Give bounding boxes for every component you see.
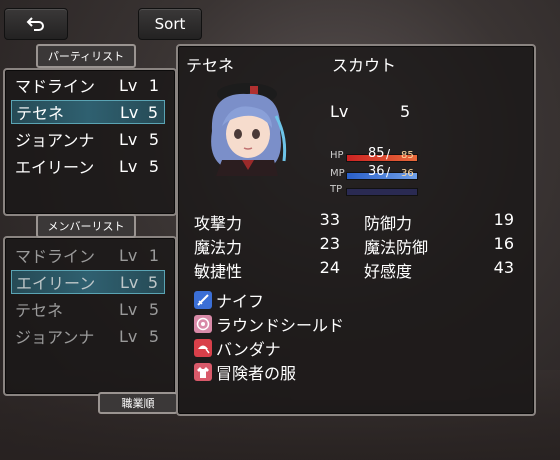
member-name: マドライン [15, 247, 96, 266]
mp-value: 36 [368, 164, 385, 179]
stat-label: 魔法力 [194, 238, 243, 257]
equipment-name: ラウンドシールド [216, 316, 345, 335]
stat-value: 43 [493, 258, 514, 277]
character-portrait [211, 83, 287, 176]
equipment-name: バンダナ [216, 340, 281, 359]
character-detail-window: テセネ スカウト Lv 5 HP 85 / 85 MP 36 / 36 TP 攻… [176, 44, 536, 416]
equipment-item[interactable]: バンダナ [194, 338, 281, 359]
back-arrow-icon [26, 17, 44, 31]
hp-separator: / [386, 147, 391, 161]
level-value: 5 [400, 102, 411, 121]
lv-label: Lv [119, 75, 138, 95]
stat-label: 攻撃力 [194, 214, 243, 233]
equipment-name: 冒険者の服 [216, 364, 297, 383]
hp-label: HP [330, 150, 344, 161]
member-name: エイリーン [16, 274, 96, 293]
lv-value: 1 [148, 75, 159, 95]
lv-label: Lv [119, 129, 138, 149]
party-row-0[interactable]: マドライン Lv 1 [11, 73, 165, 97]
back-button[interactable] [4, 8, 68, 40]
stat-value: 23 [319, 234, 340, 253]
stat-label: 好感度 [364, 262, 413, 281]
hp-max: 85 [401, 150, 414, 161]
lv-label: Lv [120, 102, 139, 122]
shield-icon [194, 315, 212, 333]
lv-value: 5 [148, 299, 159, 319]
stat-label: 防御力 [364, 214, 413, 233]
equipment-item[interactable]: ラウンドシールド [194, 314, 345, 335]
party-list-window: マドライン Lv 1 テセネ Lv 5 ジョアンナ Lv 5 エイリーン Lv … [3, 68, 177, 216]
lv-label: Lv [119, 245, 138, 265]
stat-value: 19 [493, 210, 514, 229]
stat-label: 魔法防御 [364, 238, 429, 257]
character-name: テセネ [186, 56, 235, 75]
stat-value: 24 [319, 258, 340, 277]
lv-value: 5 [148, 326, 159, 346]
stat-label: 敏捷性 [194, 262, 243, 281]
sort-button[interactable]: Sort [138, 8, 202, 40]
equipment-name: ナイフ [216, 292, 265, 311]
member-list-tag: メンバーリスト [36, 214, 136, 238]
lv-label: Lv [120, 272, 139, 292]
lv-label: Lv [119, 156, 138, 176]
lv-value: 5 [148, 129, 159, 149]
tp-label: TP [330, 184, 343, 195]
level-label: Lv [330, 102, 349, 121]
lv-value: 1 [148, 245, 159, 265]
mp-label: MP [330, 168, 345, 179]
member-row-2[interactable]: テセネ Lv 5 [11, 297, 165, 321]
equipment-item[interactable]: 冒険者の服 [194, 362, 297, 383]
lv-label: Lv [119, 326, 138, 346]
party-row-1[interactable]: テセネ Lv 5 [11, 100, 165, 124]
lv-value: 5 [147, 102, 158, 122]
party-list-tag: パーティリスト [36, 44, 136, 68]
hp-value: 85 [368, 146, 385, 161]
party-row-3[interactable]: エイリーン Lv 5 [11, 154, 165, 178]
member-name: ジョアンナ [15, 131, 95, 150]
member-name: ジョアンナ [15, 328, 95, 347]
member-list-window: マドライン Lv 1 エイリーン Lv 5 テセネ Lv 5 ジョアンナ Lv … [3, 236, 177, 396]
party-row-2[interactable]: ジョアンナ Lv 5 [11, 127, 165, 151]
lv-value: 5 [147, 272, 158, 292]
lv-label: Lv [119, 299, 138, 319]
lv-value: 5 [148, 156, 159, 176]
stat-value: 33 [319, 210, 340, 229]
bandana-icon [194, 339, 212, 357]
member-name: マドライン [15, 77, 96, 96]
mp-separator: / [386, 165, 391, 179]
tp-bar [346, 188, 418, 196]
character-job: スカウト [332, 56, 397, 75]
member-row-3[interactable]: ジョアンナ Lv 5 [11, 324, 165, 348]
clothes-icon [194, 363, 212, 381]
equipment-item[interactable]: ナイフ [194, 290, 265, 311]
job-order-button[interactable]: 職業順 [98, 392, 178, 414]
sword-icon [194, 291, 212, 309]
member-row-0[interactable]: マドライン Lv 1 [11, 243, 165, 267]
stat-value: 16 [493, 234, 514, 253]
mp-max: 36 [401, 168, 414, 179]
member-row-1[interactable]: エイリーン Lv 5 [11, 270, 165, 294]
member-name: テセネ [16, 104, 65, 123]
member-name: エイリーン [15, 158, 95, 177]
member-name: テセネ [15, 301, 64, 320]
